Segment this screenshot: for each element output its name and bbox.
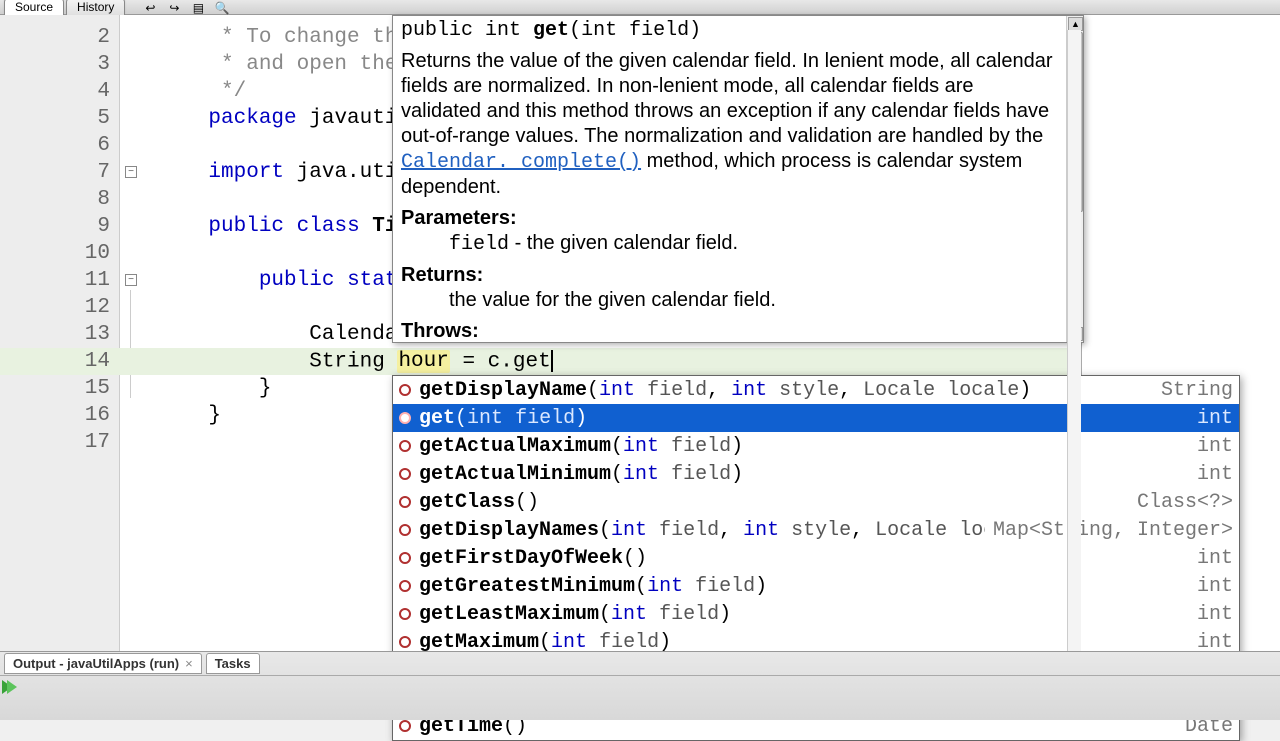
line-number: 9 (0, 215, 118, 238)
history-tab[interactable]: History (66, 0, 125, 15)
line-number: 14 (0, 350, 118, 373)
code-text: String hour = c.get (118, 350, 553, 374)
completion-signature: getClass() (419, 491, 1129, 514)
line-number: 5 (0, 107, 118, 130)
method-icon (399, 468, 411, 480)
method-icon (399, 636, 411, 648)
close-icon[interactable]: × (185, 656, 193, 671)
rerun-icon[interactable] (2, 680, 12, 694)
code-editor[interactable]: 2 * To change this tem 3 * and open the … (0, 15, 1082, 720)
line-number: 16 (0, 404, 118, 427)
method-icon (399, 384, 411, 396)
method-icon (399, 440, 411, 452)
javadoc-popup: public int get(int field) Returns the va… (392, 15, 1084, 343)
line-number: 15 (0, 377, 118, 400)
nav-fwd-icon[interactable]: ↪ (163, 1, 185, 14)
completion-return-type: int (1197, 575, 1233, 598)
completion-signature: getDisplayName(int field, int style, Loc… (419, 379, 1153, 402)
line-number: 4 (0, 80, 118, 103)
javadoc-returns: the value for the given calendar field. (449, 288, 1058, 313)
completion-return-type: int (1197, 463, 1233, 486)
line-number: 11 (0, 269, 118, 292)
completion-return-type: String (1161, 379, 1233, 402)
text-caret (551, 350, 553, 372)
line-number: 10 (0, 242, 118, 265)
line-number: 7 (0, 161, 118, 184)
method-icon (399, 580, 411, 592)
line-number: 13 (0, 323, 118, 346)
javadoc-params-heading: Parameters: (401, 206, 1058, 231)
method-icon (399, 608, 411, 620)
scroll-up-icon[interactable]: ▲ (1068, 17, 1083, 31)
completion-item[interactable]: get(int field)int (393, 404, 1239, 432)
code-text: } (118, 404, 221, 427)
tasks-tab-label: Tasks (215, 656, 251, 671)
completion-return-type: Class<?> (1137, 491, 1233, 514)
completion-return-type: Map<String, Integer> (993, 519, 1233, 542)
javadoc-description: Returns the value of the given calendar … (401, 49, 1058, 200)
editor-toolbar: Source History ↩ ↪ ▤ 🔍 (0, 0, 1280, 15)
javadoc-link[interactable]: Calendar. complete() (401, 151, 641, 174)
method-icon (399, 720, 411, 732)
fold-toggle[interactable]: − (125, 166, 137, 178)
code-text: } (118, 377, 271, 400)
completion-item[interactable]: getClass() Class<?> (393, 488, 1239, 516)
line-number: 2 (0, 26, 118, 49)
output-tab-label: Output - javaUtilApps (run) (13, 656, 179, 671)
tasks-tab[interactable]: Tasks (206, 653, 260, 674)
completion-item[interactable]: getFirstDayOfWeek()int (393, 544, 1239, 572)
method-icon (399, 524, 411, 536)
line-number: 17 (0, 431, 118, 454)
javadoc-param: field - the given calendar field. (449, 231, 1058, 257)
javadoc-returns-heading: Returns: (401, 263, 1058, 288)
completion-return-type: int (1197, 547, 1233, 570)
completion-return-type: int (1197, 407, 1233, 430)
completion-item[interactable]: getDisplayName(int field, int style, Loc… (393, 376, 1239, 404)
bookmark-icon[interactable]: ▤ (187, 1, 209, 14)
completion-return-type: int (1197, 603, 1233, 626)
completion-item[interactable]: getActualMinimum(int field)int (393, 460, 1239, 488)
completion-return-type: int (1197, 435, 1233, 458)
javadoc-throws-heading: Throws: (401, 319, 1058, 342)
line-number: 12 (0, 296, 118, 319)
line-number: 8 (0, 188, 118, 211)
find-icon[interactable]: 🔍 (211, 1, 233, 14)
line-number: 3 (0, 53, 118, 76)
completion-item[interactable]: getDisplayNames(int field, int style, Lo… (393, 516, 1239, 544)
error-stripe[interactable] (1067, 30, 1081, 720)
method-icon (399, 412, 411, 424)
completion-item[interactable]: getGreatestMinimum(int field)int (393, 572, 1239, 600)
highlighted-var: hour (397, 350, 449, 373)
source-tab[interactable]: Source (4, 0, 64, 15)
code-text: */ (118, 80, 246, 103)
output-tab[interactable]: Output - javaUtilApps (run) × (4, 653, 202, 674)
completion-item[interactable]: getActualMaximum(int field)int (393, 432, 1239, 460)
completion-item[interactable]: getLeastMaximum(int field)int (393, 600, 1239, 628)
line-number: 6 (0, 134, 118, 157)
fold-toggle[interactable]: − (125, 274, 137, 286)
completion-signature: getDisplayNames(int field, int style, Lo… (419, 519, 985, 542)
output-panel: Output - javaUtilApps (run) × Tasks (0, 651, 1280, 720)
method-icon (399, 552, 411, 564)
nav-back-icon[interactable]: ↩ (139, 1, 161, 14)
method-icon (399, 496, 411, 508)
javadoc-signature: public int get(int field) (401, 18, 1058, 43)
